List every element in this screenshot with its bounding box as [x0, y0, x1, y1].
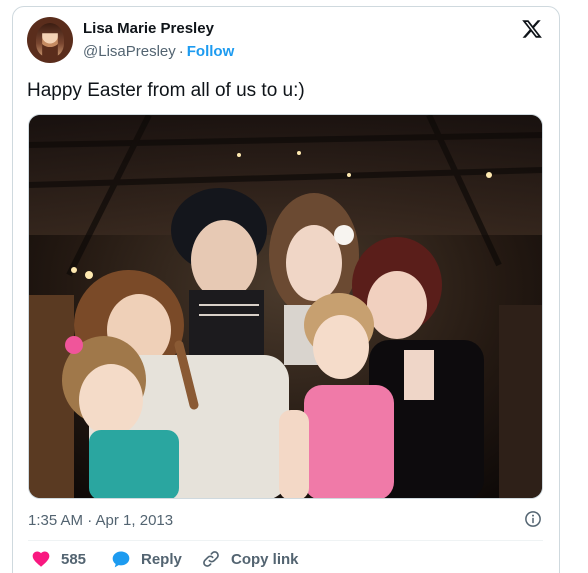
tweet-photo[interactable] [28, 114, 543, 499]
tweet-text: Happy Easter from all of us to u:) [27, 80, 305, 101]
like-button[interactable]: 585 [31, 549, 86, 569]
speech-bubble-icon [112, 551, 130, 568]
tweet-timestamp[interactable]: 1:35 AM · Apr 1, 2013 [28, 512, 173, 529]
link-icon [203, 551, 219, 567]
author-handle-row: @LisaPresley · Follow [83, 43, 234, 60]
follow-button[interactable]: Follow [187, 43, 235, 60]
author-handle[interactable]: @LisaPresley [83, 43, 176, 60]
author-name[interactable]: Lisa Marie Presley [83, 20, 214, 37]
author-avatar[interactable] [27, 17, 73, 63]
copy-link-label: Copy link [231, 550, 299, 568]
x-logo-icon[interactable] [521, 18, 543, 40]
heart-icon [32, 551, 50, 567]
family-photo-illustration [29, 115, 542, 498]
copy-link-button[interactable]: Copy link [201, 549, 299, 569]
reply-button[interactable]: Reply [111, 549, 182, 569]
reply-label: Reply [141, 550, 182, 568]
like-count: 585 [61, 550, 87, 568]
handle-separator: · [178, 43, 184, 60]
actions-divider [28, 540, 543, 541]
info-icon[interactable] [524, 510, 542, 528]
